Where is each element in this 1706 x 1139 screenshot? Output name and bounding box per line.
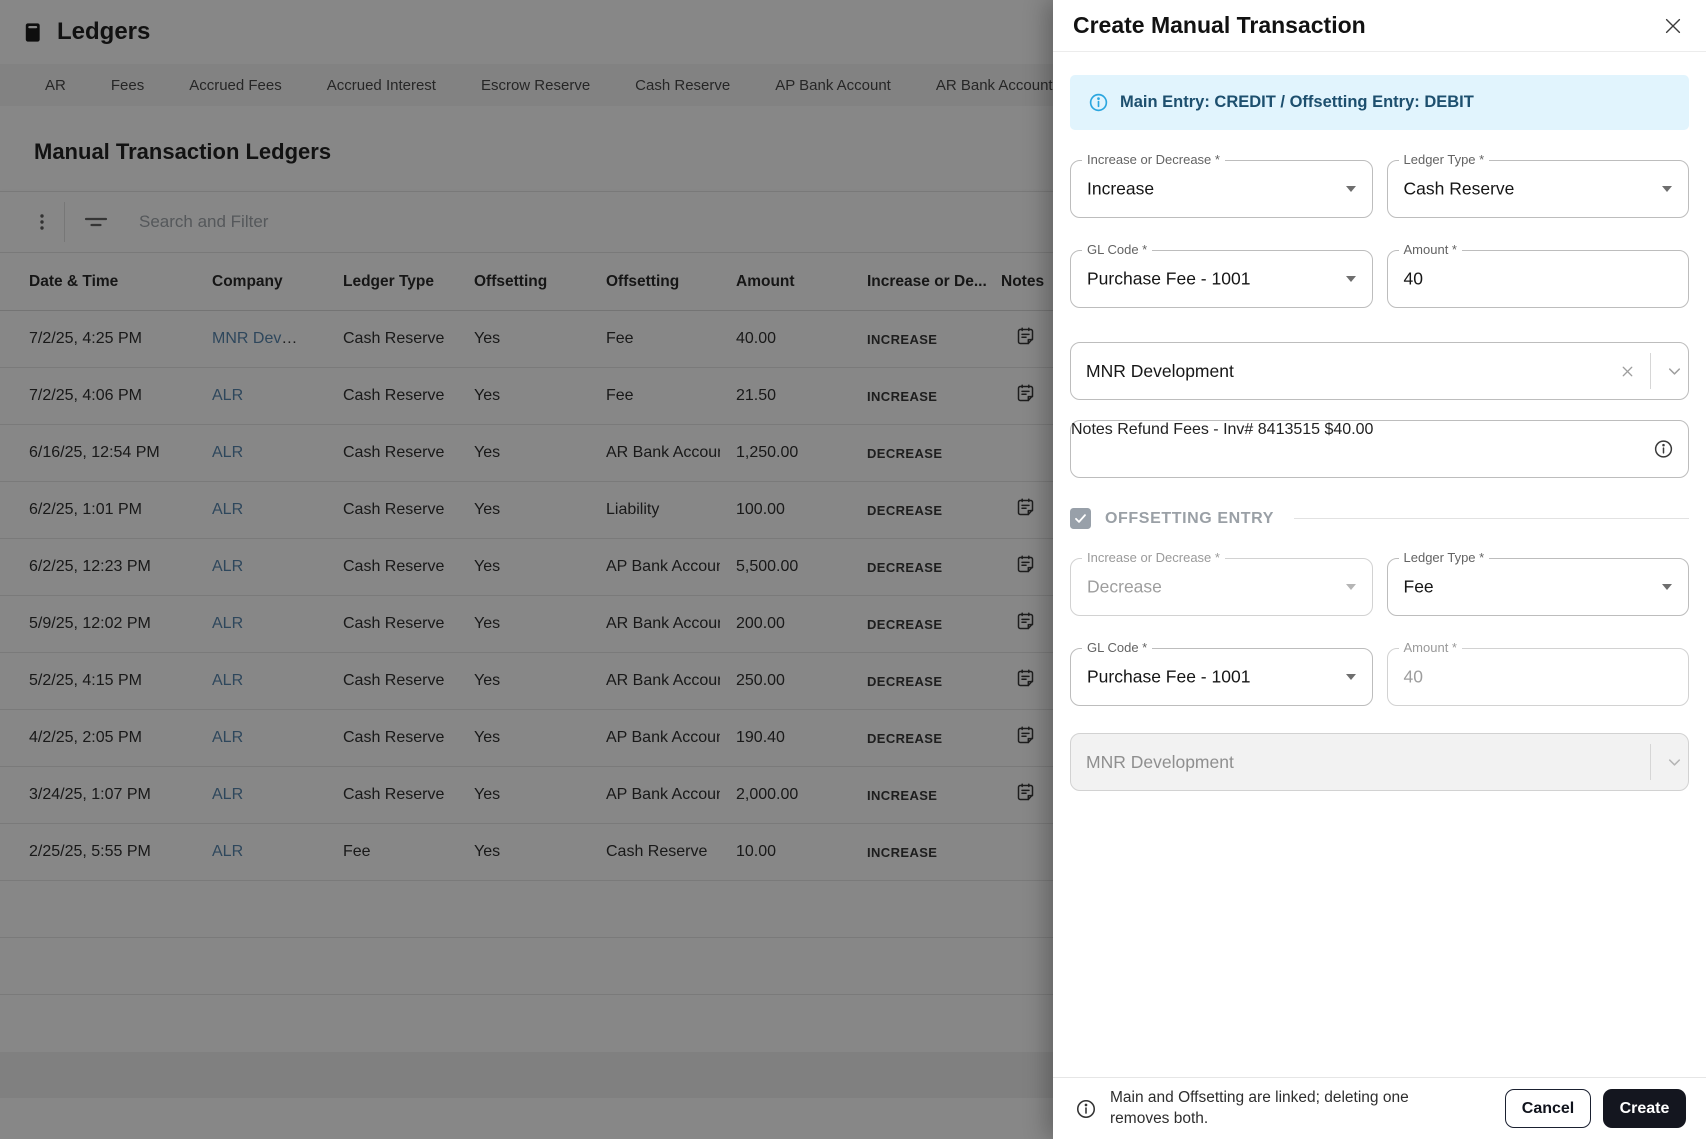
field-label: Amount *	[1398, 640, 1462, 655]
field-label: Ledger Type *	[1398, 550, 1490, 565]
offsetting-entry-checkbox[interactable]	[1070, 508, 1091, 529]
linked-entries-note: Main and Offsetting are linked; deleting…	[1075, 1088, 1493, 1128]
field-label: Notes	[1071, 421, 1113, 438]
field-value: Cash Reserve	[1403, 178, 1515, 199]
field-value: Purchase Fee - 1001	[1087, 666, 1251, 687]
field-value: Refund Fees - Inv# 8413515 $40.00	[1117, 421, 1374, 438]
main-entry-form: Increase or Decrease * Increase Ledger T…	[1070, 152, 1689, 308]
offsetting-company-select: MNR Development	[1070, 733, 1689, 791]
field-label: GL Code *	[1082, 640, 1153, 655]
field-value: Decrease	[1087, 576, 1162, 597]
field-label: Amount *	[1398, 242, 1462, 257]
field-value: 40	[1403, 666, 1423, 687]
create-transaction-modal: Create Manual Transaction Main Entry: CR…	[1053, 0, 1706, 1139]
field-label: Increase or Decrease *	[1082, 152, 1225, 167]
entry-info-banner: Main Entry: CREDIT / Offsetting Entry: D…	[1070, 75, 1689, 130]
close-icon[interactable]	[1662, 15, 1684, 37]
banner-text: Main Entry: CREDIT / Offsetting Entry: D…	[1120, 93, 1474, 111]
offsetting-entry-form: Increase or Decrease * Decrease Ledger T…	[1070, 550, 1689, 706]
gl-code-select[interactable]: GL Code * Purchase Fee - 1001	[1070, 242, 1373, 308]
notes-field[interactable]: Notes Refund Fees - Inv# 8413515 $40.00	[1070, 420, 1689, 478]
info-icon[interactable]	[1653, 439, 1674, 460]
caret-down-icon	[1662, 584, 1672, 590]
company-select[interactable]: MNR Development	[1070, 342, 1689, 400]
field-label: GL Code *	[1082, 242, 1153, 257]
field-value: Increase	[1087, 178, 1155, 199]
caret-down-icon	[1662, 186, 1672, 192]
offsetting-amount-field: Amount * 40	[1386, 640, 1689, 706]
field-value: Fee	[1403, 576, 1434, 597]
offsetting-entry-header: OFFSETTING ENTRY	[1070, 508, 1689, 529]
ledger-type-select[interactable]: Ledger Type * Cash Reserve	[1386, 152, 1689, 218]
chevron-down-icon[interactable]	[1661, 362, 1688, 381]
increase-or-decrease-select[interactable]: Increase or Decrease * Increase	[1070, 152, 1373, 218]
offsetting-gl-code-select[interactable]: GL Code * Purchase Fee - 1001	[1070, 640, 1373, 706]
cancel-button[interactable]: Cancel	[1505, 1089, 1591, 1128]
clear-icon[interactable]	[1615, 363, 1640, 380]
field-value: 40	[1403, 268, 1423, 289]
modal-header: Create Manual Transaction	[1053, 0, 1706, 52]
amount-field[interactable]: Amount * 40	[1386, 242, 1689, 308]
info-icon	[1089, 93, 1108, 112]
create-button[interactable]: Create	[1603, 1089, 1686, 1128]
chevron-down-icon	[1661, 753, 1688, 772]
modal-title: Create Manual Transaction	[1073, 12, 1366, 38]
field-label: Increase or Decrease *	[1082, 550, 1225, 565]
info-icon	[1076, 1099, 1096, 1118]
company-value: MNR Development	[1086, 751, 1234, 772]
combo-divider	[1650, 353, 1651, 389]
offsetting-increase-or-decrease-select: Increase or Decrease * Decrease	[1070, 550, 1373, 616]
caret-down-icon	[1345, 186, 1356, 192]
modal-body: Main Entry: CREDIT / Offsetting Entry: D…	[1053, 52, 1706, 791]
modal-footer: Main and Offsetting are linked; deleting…	[1053, 1077, 1706, 1139]
caret-down-icon	[1345, 584, 1356, 590]
offsetting-ledger-type-select[interactable]: Ledger Type * Fee	[1386, 550, 1689, 616]
caret-down-icon	[1345, 674, 1356, 680]
caret-down-icon	[1345, 276, 1356, 282]
combo-divider	[1650, 744, 1651, 780]
field-value: Purchase Fee - 1001	[1087, 268, 1251, 289]
field-label: Ledger Type *	[1398, 152, 1490, 167]
offsetting-entry-heading: OFFSETTING ENTRY	[1105, 509, 1275, 527]
footer-info-text: Main and Offsetting are linked; deleting…	[1110, 1089, 1409, 1127]
offsetting-divider	[1294, 518, 1689, 519]
company-value: MNR Development	[1086, 360, 1234, 381]
